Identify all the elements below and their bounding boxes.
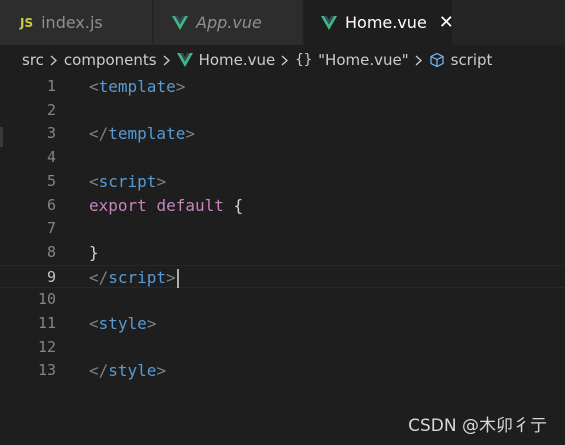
line-number: 1 [46,77,56,95]
code-text: <script> [89,171,167,191]
vue-file-icon [172,15,188,30]
chevron-right-icon [163,55,170,66]
brace: { [233,195,244,215]
code-line: 2 [0,99,565,123]
line-number: 9 [46,267,56,286]
line-number: 5 [46,171,56,190]
tab-label: index.js [41,13,103,32]
chevron-right-icon [415,55,422,66]
line-number: 10 [37,290,56,309]
editor-tab-bar: JS index.js App.vue Home.vue ✕ [0,0,565,45]
tag-name: script [108,267,167,287]
chevron-right-icon [50,55,57,66]
line-number: 11 [37,314,56,332]
code-text: </template> [89,124,195,144]
text-cursor [176,268,179,288]
code-line: 1 <template> [0,75,565,99]
code-text: <template> [89,77,186,96]
line-number: 12 [37,337,56,356]
line-number: 7 [46,219,56,238]
code-text: </style> [89,361,167,381]
brace: } [89,242,99,262]
breadcrumb-object[interactable]: "Home.vue" [318,51,408,69]
breadcrumb-file[interactable]: Home.vue [199,51,276,69]
code-text: export default { [89,194,243,218]
code-line: 7 [0,217,565,241]
code-editor[interactable]: 1 <template> 2 3 </template> 4 5 <script… [0,75,565,445]
keyword: export [89,195,147,215]
tag-name: script [98,171,157,191]
breadcrumb: src components Home.vue {} "Home.vue" sc… [0,45,565,75]
code-line: 11 <style> [0,312,565,336]
code-line: 13 </style> [0,359,565,383]
tag-name: style [108,361,157,381]
code-text: </script> [89,266,179,290]
tab-home-vue[interactable]: Home.vue ✕ [304,0,454,45]
cube-icon [429,52,445,68]
object-braces-icon: {} [295,52,313,68]
code-line: 5 <script> [0,170,565,194]
code-text: <style> [89,314,157,333]
line-number: 3 [46,124,56,143]
tab-app-vue[interactable]: App.vue [154,0,302,45]
tab-label: App.vue [196,13,262,32]
code-line: 8 } [0,241,565,265]
tag-name: template [108,124,186,144]
chevron-right-icon [281,55,289,66]
code-line-current: 9 </script> [0,264,565,290]
code-line: 4 [0,146,565,170]
code-text: } [89,241,99,265]
breadcrumb-folder-src[interactable]: src [22,51,44,69]
code-line: 10 [0,288,565,312]
tab-index-js[interactable]: JS index.js [0,0,152,45]
line-number: 4 [46,148,56,167]
tag-name: template [98,77,176,96]
line-number: 13 [37,361,56,380]
close-icon[interactable]: ✕ [439,13,454,32]
line-number: 2 [46,100,56,119]
code-line: 12 [0,336,565,360]
line-number: 6 [46,195,56,214]
watermark: CSDN @木卯彳亍 [408,416,547,436]
tag-name: style [98,314,147,333]
code-line: 3 </template> [0,122,565,146]
breadcrumb-symbol[interactable]: script [451,51,493,69]
js-file-icon: JS [20,15,34,30]
vue-file-icon [321,15,337,30]
line-number: 8 [46,242,56,261]
tab-label: Home.vue [345,13,427,32]
keyword: default [156,195,224,215]
vue-file-icon [176,53,193,67]
code-line: 6 export default { [0,194,565,218]
breadcrumb-folder-components[interactable]: components [64,51,157,69]
